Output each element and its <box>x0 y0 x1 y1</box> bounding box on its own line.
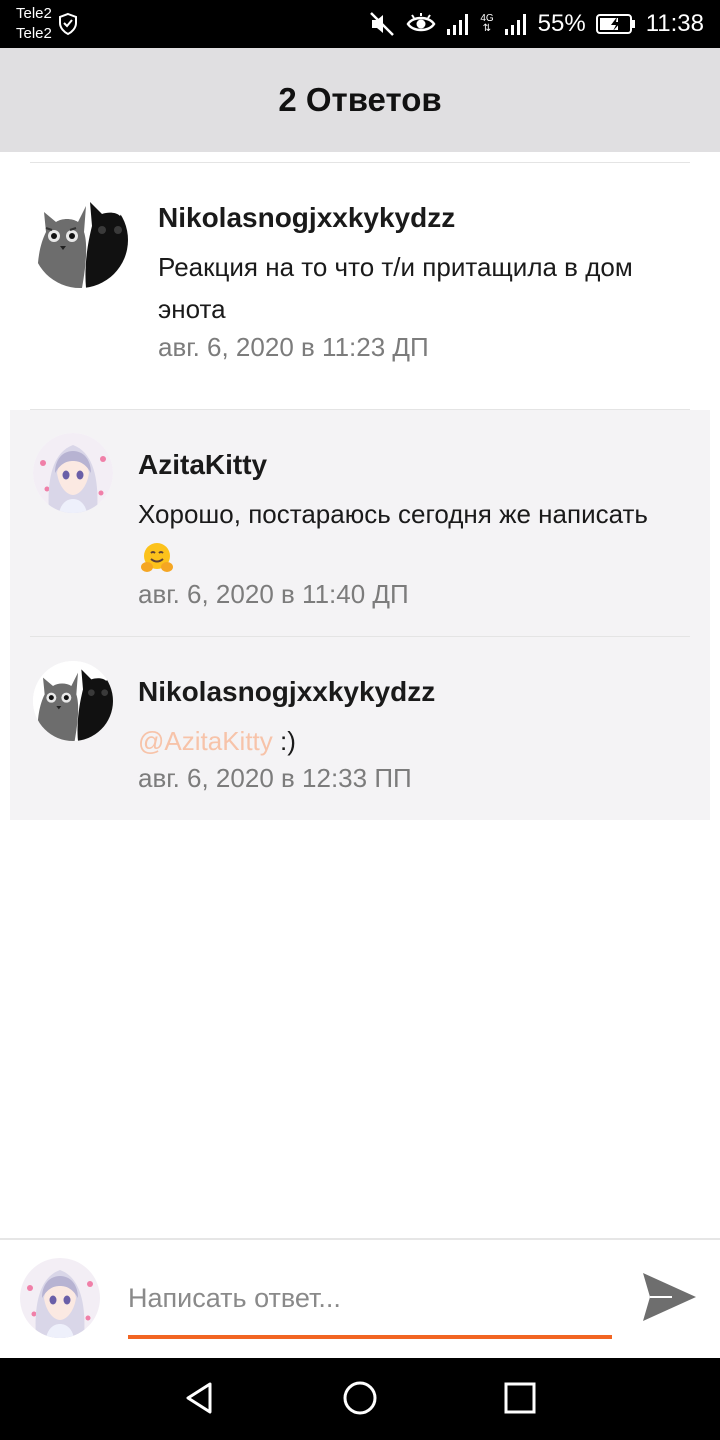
carrier-1: Tele2 <box>16 5 52 22</box>
avatar[interactable] <box>32 192 128 288</box>
current-user-avatar <box>20 1258 100 1338</box>
shield-icon <box>59 12 77 36</box>
clock: 11:38 <box>645 10 704 37</box>
divider <box>30 162 690 163</box>
mute-icon <box>370 12 395 36</box>
divider <box>30 409 690 410</box>
input-underline <box>128 1335 612 1339</box>
reply-time: авг. 6, 2020 в 12:33 ПП <box>138 763 412 793</box>
divider <box>30 636 690 637</box>
eye-icon <box>406 13 436 32</box>
comment-author[interactable]: Nikolasnogjxxkykydzz <box>158 202 455 234</box>
status-bar: Tele2 Tele2 4G ⇅ 55% 11:38 <box>0 0 720 48</box>
reply-text-content: Хорошо, постараюсь сегодня же написать <box>138 499 648 529</box>
hugging-face-icon <box>141 543 173 573</box>
recents-icon[interactable] <box>500 1378 540 1418</box>
network-type: 4G ⇅ <box>480 14 493 34</box>
status-icons: 4G ⇅ 55% 11:38 <box>368 0 704 48</box>
carrier-2: Tele2 <box>16 25 52 42</box>
anime-girl-avatar-icon <box>20 1258 100 1338</box>
page-title: 2 Ответов <box>278 81 442 118</box>
cats-avatar-icon <box>32 192 128 288</box>
back-icon[interactable] <box>180 1378 220 1418</box>
reply-text-content: :) <box>280 726 296 756</box>
carrier-labels: Tele2 Tele2 <box>16 4 52 44</box>
send-button[interactable] <box>638 1270 700 1326</box>
home-icon[interactable] <box>340 1378 380 1418</box>
send-icon <box>643 1273 696 1321</box>
comment-time: авг. 6, 2020 в 11:23 ДП <box>158 332 429 362</box>
reply-text: Хорошо, постараюсь сегодня же написать <box>138 493 678 577</box>
navigation-bar <box>0 1358 720 1440</box>
reply-time: авг. 6, 2020 в 11:40 ДП <box>138 579 409 609</box>
reply-input[interactable] <box>128 1270 612 1326</box>
cats-avatar-icon <box>33 661 113 741</box>
header: 2 Ответов <box>0 48 720 152</box>
battery-percent: 55% <box>537 10 586 37</box>
mention-link[interactable]: @AzitaKitty <box>138 726 273 756</box>
signal-icon-2 <box>504 14 526 35</box>
signal-icon <box>447 14 469 35</box>
battery-charging-icon <box>595 14 635 34</box>
comment-text: Реакция на то что т/и притащила в дом эн… <box>158 252 633 324</box>
data-arrows-icon: ⇅ <box>482 23 492 34</box>
reply-author[interactable]: Nikolasnogjxxkykydzz <box>138 676 435 708</box>
reply-author[interactable]: AzitaKitty <box>138 449 267 481</box>
anime-girl-avatar-icon <box>33 433 113 513</box>
reply-text: @AzitaKitty :) <box>138 720 678 762</box>
avatar[interactable] <box>33 661 113 741</box>
avatar[interactable] <box>33 433 113 513</box>
